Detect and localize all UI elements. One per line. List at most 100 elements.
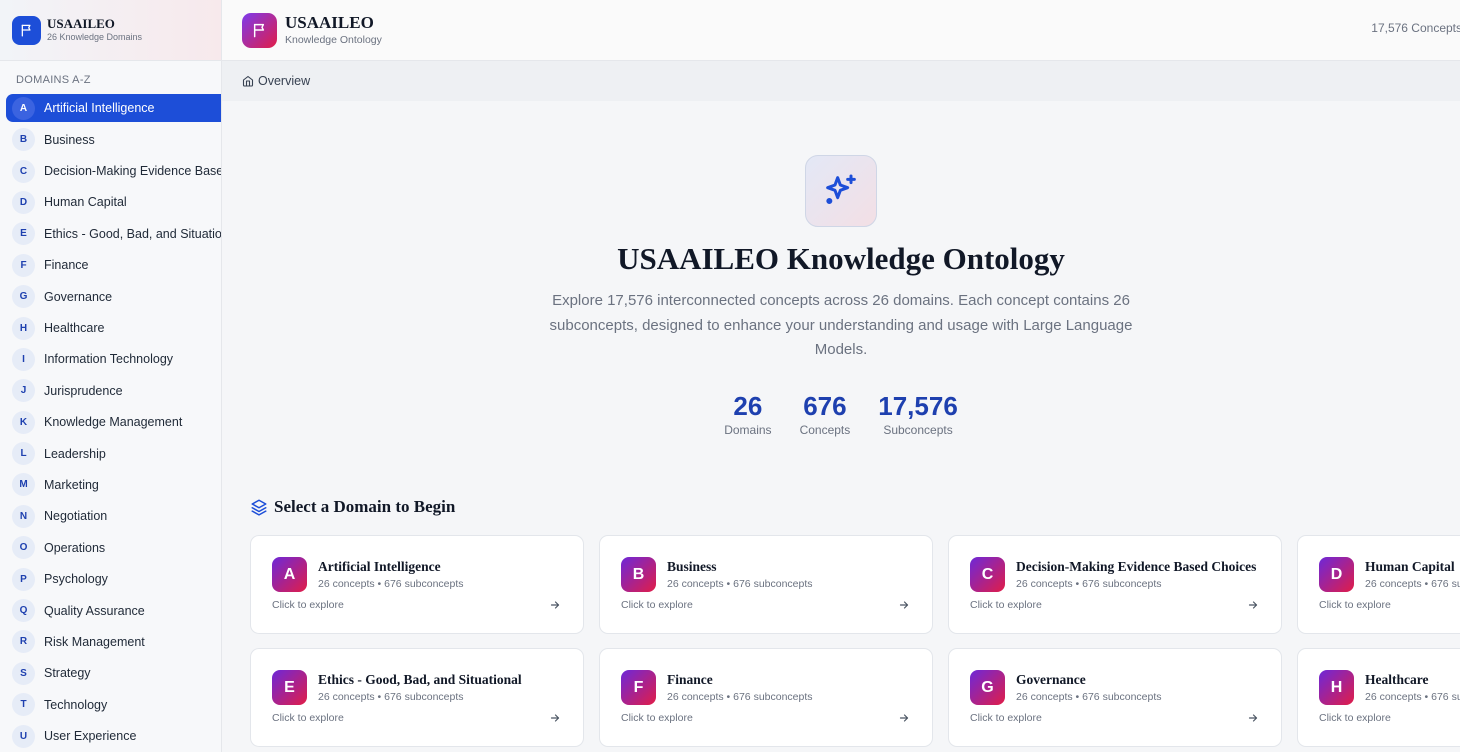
sidebar-item-label: User Experience xyxy=(44,729,137,744)
app-subtitle: Knowledge Ontology xyxy=(285,34,382,46)
sidebar-item-k[interactable]: K Knowledge Management xyxy=(0,407,221,438)
sidebar-item-label: Strategy xyxy=(44,666,91,681)
domain-card-g[interactable]: G Governance 26 concepts • 676 subconcepts… xyxy=(948,648,1282,747)
stat-label: Subconcepts xyxy=(883,422,953,437)
hero-title: USAAILEO Knowledge Ontology xyxy=(617,241,1065,276)
sidebar-item-f[interactable]: F Finance xyxy=(0,250,221,281)
domain-card-cta: Click to explore xyxy=(1319,712,1391,724)
sidebar: USAAILEO 26 Knowledge Domains DOMAINS A-… xyxy=(0,0,222,752)
sidebar-item-label: Decision-Making Evidence Based Choices xyxy=(44,164,221,179)
sidebar-item-g[interactable]: G Governance xyxy=(0,281,221,312)
domain-card-meta: 26 concepts • 676 subconcepts xyxy=(1016,578,1162,590)
sidebar-item-p[interactable]: P Psychology xyxy=(0,563,221,594)
domain-card-badge: D xyxy=(1319,557,1354,592)
flag-icon xyxy=(12,15,41,45)
domain-card-b[interactable]: B Business 26 concepts • 676 subconcepts Cl… xyxy=(599,535,933,634)
domain-card-badge: E xyxy=(272,670,307,705)
arrow-right-icon[interactable] xyxy=(549,712,561,724)
breadcrumb: Overview xyxy=(222,61,1460,101)
sidebar-item-label: Marketing xyxy=(44,477,99,492)
sidebar-item-b[interactable]: B Business xyxy=(0,124,221,155)
domain-card-e[interactable]: E Ethics - Good, Bad, and Situational 26 c… xyxy=(250,648,584,747)
sidebar-item-i[interactable]: I Information Technology xyxy=(0,344,221,375)
sidebar-section-label: DOMAINS A-Z xyxy=(16,74,91,86)
domain-card-meta: 26 concepts • 676 subconcepts xyxy=(667,691,813,703)
sidebar-item-e[interactable]: E Ethics - Good, Bad, and Situational xyxy=(0,218,221,249)
domain-card-meta: 26 concepts • 676 subconcepts xyxy=(667,578,813,590)
sidebar-item-letter: J xyxy=(12,379,35,403)
stat-value: 676 xyxy=(803,390,847,421)
sidebar-item-d[interactable]: D Human Capital xyxy=(0,187,221,218)
domain-card-badge: C xyxy=(970,557,1005,592)
sidebar-item-c[interactable]: C Decision-Making Evidence Based Choices xyxy=(0,155,221,186)
stat-subconcepts: 17,576 Subconcepts xyxy=(878,391,958,437)
sidebar-item-letter: M xyxy=(12,473,35,497)
domain-card-name: Business xyxy=(667,559,717,574)
sidebar-brand[interactable]: USAAILEO 26 Knowledge Domains xyxy=(0,0,221,61)
domain-card-meta: 26 concepts • 676 subconcepts xyxy=(318,691,464,703)
stat-domains: 26 Domains xyxy=(724,391,771,437)
arrow-right-icon[interactable] xyxy=(549,599,561,611)
domain-card-a[interactable]: A Artificial Intelligence 26 concepts • 67… xyxy=(250,535,584,634)
sidebar-item-q[interactable]: Q Quality Assurance xyxy=(0,595,221,626)
sidebar-item-letter: R xyxy=(12,630,35,654)
domain-card-cta: Click to explore xyxy=(272,712,344,724)
domain-card-d[interactable]: D Human Capital 26 concepts • 676 subconce… xyxy=(1297,535,1460,634)
sidebar-item-u[interactable]: U User Experience xyxy=(0,720,221,751)
sidebar-item-j[interactable]: J Jurisprudence xyxy=(0,375,221,406)
arrow-right-icon[interactable] xyxy=(898,712,910,724)
section-heading-text: Select a Domain to Begin xyxy=(274,497,456,516)
sidebar-item-label: Healthcare xyxy=(44,321,105,336)
domain-card-f[interactable]: F Finance 26 concepts • 676 subconcepts Cli… xyxy=(599,648,933,747)
arrow-right-icon[interactable] xyxy=(1247,712,1259,724)
sidebar-item-n[interactable]: N Negotiation xyxy=(0,501,221,532)
domain-card-meta: 26 concepts • 676 subconcepts xyxy=(1365,578,1460,590)
domain-card-cta: Click to explore xyxy=(970,712,1042,724)
sidebar-item-o[interactable]: O Operations xyxy=(0,532,221,563)
main-content: USAAILEO Knowledge Ontology 17,576 Conce… xyxy=(222,0,1460,752)
sidebar-item-r[interactable]: R Risk Management xyxy=(0,626,221,657)
sidebar-item-h[interactable]: H Healthcare xyxy=(0,312,221,343)
domain-card-name: Ethics - Good, Bad, and Situational xyxy=(318,672,522,687)
sidebar-item-label: Technology xyxy=(44,697,108,712)
domain-card-name: Artificial Intelligence xyxy=(318,559,441,574)
sidebar-item-l[interactable]: L Leadership xyxy=(0,438,221,469)
domain-card-name: Decision-Making Evidence Based Choices xyxy=(1016,559,1257,574)
sidebar-item-letter: D xyxy=(12,190,35,214)
domain-card-c[interactable]: C Decision-Making Evidence Based Choices 2… xyxy=(948,535,1282,634)
sidebar-item-s[interactable]: S Strategy xyxy=(0,658,221,689)
sidebar-item-label: Operations xyxy=(44,540,106,555)
sidebar-item-a[interactable]: A Artificial Intelligence xyxy=(6,94,221,122)
sidebar-item-t[interactable]: T Technology xyxy=(0,689,221,720)
arrow-right-icon[interactable] xyxy=(1247,599,1259,611)
sidebar-item-m[interactable]: M Marketing xyxy=(0,469,221,500)
sidebar-item-label: Artificial Intelligence xyxy=(44,101,155,115)
sidebar-item-letter: L xyxy=(12,442,35,466)
sidebar-item-letter: H xyxy=(12,316,35,340)
domain-card-cta: Click to explore xyxy=(621,712,693,724)
domain-card-name: Finance xyxy=(667,672,713,687)
domain-card-h[interactable]: H Healthcare 26 concepts • 676 subconcepts… xyxy=(1297,648,1460,747)
stat-value: 17,576 xyxy=(878,390,958,421)
domain-card-cta: Click to explore xyxy=(272,599,344,611)
stat-concepts: 676 Concepts xyxy=(800,391,851,437)
domain-card-badge: A xyxy=(272,557,307,592)
sidebar-item-letter: P xyxy=(12,567,35,591)
sidebar-item-label: Finance xyxy=(44,258,89,273)
breadcrumb-overview[interactable]: Overview xyxy=(258,74,310,88)
stat-value: 26 xyxy=(733,390,763,421)
sidebar-item-label: Jurisprudence xyxy=(44,383,123,398)
sidebar-item-label: Leadership xyxy=(44,446,106,461)
domain-card-meta: 26 concepts • 676 subconcepts xyxy=(1016,691,1162,703)
sidebar-item-letter: F xyxy=(12,253,35,277)
sidebar-item-label: Risk Management xyxy=(44,634,145,649)
domain-card-meta: 26 concepts • 676 subconcepts xyxy=(318,578,464,590)
stat-label: Domains xyxy=(724,422,772,437)
flag-icon xyxy=(242,12,277,48)
arrow-right-icon[interactable] xyxy=(898,599,910,611)
domain-card-meta: 26 concepts • 676 subconcepts xyxy=(1365,691,1460,703)
sidebar-brand-subtitle: 26 Knowledge Domains xyxy=(47,32,143,42)
home-icon[interactable] xyxy=(242,75,254,87)
sidebar-item-letter: U xyxy=(12,724,35,748)
stat-label: Concepts xyxy=(799,422,851,437)
